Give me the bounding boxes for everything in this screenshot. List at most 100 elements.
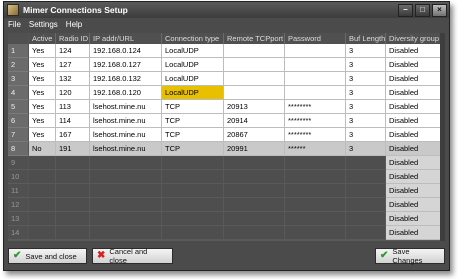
cell-active[interactable] [29, 156, 56, 170]
cell-active[interactable]: Yes [29, 128, 56, 142]
cell-buf-length[interactable]: 3 [346, 114, 386, 128]
cell-ip[interactable] [90, 184, 162, 198]
cell-ip[interactable]: lsehost.mine.nu [90, 100, 162, 114]
cell-buf-length[interactable] [346, 156, 386, 170]
cell-password[interactable] [285, 58, 346, 72]
cell-radio-id[interactable]: 124 [56, 44, 90, 58]
maximize-button[interactable]: □ [415, 3, 430, 17]
cell-diversity-group[interactable]: Disabled [386, 100, 444, 114]
cell-buf-length[interactable] [346, 170, 386, 184]
cell-ip[interactable]: 192.168.0.124 [90, 44, 162, 58]
col-header-active[interactable]: Active [29, 33, 56, 44]
cell-active[interactable]: Yes [29, 72, 56, 86]
close-button[interactable]: × [432, 3, 447, 17]
cell-remote-tcpport[interactable]: 20914 [224, 114, 285, 128]
cell-diversity-group[interactable]: Disabled [386, 170, 444, 184]
cell-password[interactable] [285, 86, 346, 100]
col-header-radio-id[interactable]: Radio ID [56, 33, 90, 44]
cell-diversity-group[interactable]: Disabled [386, 72, 444, 86]
cell-radio-id[interactable]: 113 [56, 100, 90, 114]
cell-radio-id[interactable] [56, 184, 90, 198]
cell-diversity-group[interactable]: Disabled [386, 128, 444, 142]
col-header-buf-length[interactable]: Buf Length [346, 33, 386, 44]
col-header-diversity-group[interactable]: Diversity group [386, 33, 444, 44]
row-number[interactable]: 7 [8, 128, 29, 142]
table-row-empty[interactable]: 11 Disabled [8, 184, 445, 198]
cell-remote-tcpport[interactable] [224, 156, 285, 170]
cell-diversity-group[interactable]: Disabled [386, 58, 444, 72]
cell-connection-type[interactable] [162, 170, 224, 184]
col-header-connection-type[interactable]: Connection type [162, 33, 224, 44]
table-row-empty[interactable]: 13 Disabled [8, 212, 445, 226]
cell-remote-tcpport[interactable] [224, 184, 285, 198]
cell-buf-length[interactable]: 3 [346, 100, 386, 114]
cell-remote-tcpport[interactable]: 20991 [224, 142, 285, 156]
cell-active[interactable] [29, 170, 56, 184]
col-header-ip[interactable]: IP addr/URL [90, 33, 162, 44]
cell-diversity-group[interactable]: Disabled [386, 114, 444, 128]
cell-remote-tcpport[interactable] [224, 212, 285, 226]
cell-password[interactable] [285, 72, 346, 86]
table-row-empty[interactable]: 14 Disabled [8, 226, 445, 240]
cell-active[interactable] [29, 198, 56, 212]
cell-remote-tcpport[interactable] [224, 86, 285, 100]
cell-connection-type[interactable]: TCP [162, 142, 224, 156]
cell-active[interactable]: Yes [29, 44, 56, 58]
save-changes-button[interactable]: ✔ Save Changes [375, 247, 445, 265]
cell-remote-tcpport[interactable] [224, 226, 285, 240]
cell-active[interactable]: No [29, 142, 56, 156]
menu-help[interactable]: Help [62, 20, 86, 29]
cell-password[interactable] [285, 156, 346, 170]
cell-buf-length[interactable]: 3 [346, 86, 386, 100]
cell-remote-tcpport[interactable] [224, 58, 285, 72]
cell-connection-type[interactable]: LocalUDP [162, 72, 224, 86]
row-number[interactable]: 1 [8, 44, 29, 58]
cell-active[interactable]: Yes [29, 100, 56, 114]
row-number[interactable]: 2 [8, 58, 29, 72]
cell-remote-tcpport[interactable] [224, 198, 285, 212]
cell-connection-type[interactable]: TCP [162, 100, 224, 114]
cell-buf-length[interactable]: 3 [346, 58, 386, 72]
cell-remote-tcpport[interactable]: 20867 [224, 128, 285, 142]
cancel-and-close-button[interactable]: ✖ Cancel and close [92, 247, 173, 265]
cell-ip[interactable]: lsehost.mine.nu [90, 128, 162, 142]
cell-buf-length[interactable] [346, 226, 386, 240]
cell-ip[interactable] [90, 156, 162, 170]
cell-connection-type[interactable]: LocalUDP [162, 44, 224, 58]
cell-radio-id[interactable]: 167 [56, 128, 90, 142]
cell-active[interactable]: Yes [29, 86, 56, 100]
table-row-empty[interactable]: 12 Disabled [8, 198, 445, 212]
minimize-button[interactable]: – [398, 3, 413, 17]
cell-connection-type[interactable] [162, 226, 224, 240]
cell-buf-length[interactable] [346, 184, 386, 198]
cell-ip[interactable] [90, 198, 162, 212]
cell-ip[interactable] [90, 226, 162, 240]
table-row[interactable]: 3 Yes 132 192.168.0.132 LocalUDP 3 Disabled [8, 72, 445, 86]
cell-connection-type[interactable]: LocalUDP [162, 86, 224, 100]
cell-connection-type[interactable]: TCP [162, 114, 224, 128]
row-number[interactable]: 10 [8, 170, 29, 184]
cell-buf-length[interactable]: 3 [346, 44, 386, 58]
table-row[interactable]: 8 No 191 lsehost.mine.nu TCP 20991 ****** 3 Disa… [8, 142, 445, 156]
cell-remote-tcpport[interactable]: 20913 [224, 100, 285, 114]
table-row[interactable]: 5 Yes 113 lsehost.mine.nu TCP 20913 ******** 3 D… [8, 100, 445, 114]
cell-diversity-group[interactable]: Disabled [386, 226, 444, 240]
cell-radio-id[interactable]: 127 [56, 58, 90, 72]
cell-diversity-group[interactable]: Disabled [386, 198, 444, 212]
cell-password[interactable]: ******** [285, 100, 346, 114]
cell-ip[interactable] [90, 170, 162, 184]
cell-connection-type[interactable] [162, 198, 224, 212]
row-number[interactable]: 8 [8, 142, 29, 156]
menu-settings[interactable]: Settings [25, 20, 62, 29]
cell-buf-length[interactable] [346, 212, 386, 226]
cell-active[interactable] [29, 184, 56, 198]
cell-diversity-group[interactable]: Disabled [386, 212, 444, 226]
col-header-password[interactable]: Password [285, 33, 346, 44]
cell-ip[interactable] [90, 212, 162, 226]
cell-radio-id[interactable] [56, 170, 90, 184]
cell-password[interactable] [285, 212, 346, 226]
cell-radio-id[interactable] [56, 156, 90, 170]
cell-connection-type[interactable] [162, 184, 224, 198]
cell-diversity-group[interactable]: Disabled [386, 184, 444, 198]
cell-ip[interactable]: lsehost.mine.nu [90, 142, 162, 156]
